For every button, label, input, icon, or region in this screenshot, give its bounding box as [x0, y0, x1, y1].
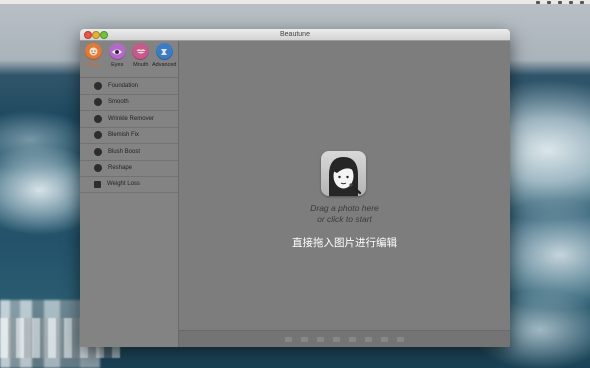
tool-wrinkle-remover-label: Wrinkle Remover — [108, 115, 154, 122]
status-icon[interactable] — [580, 0, 584, 4]
tool-list: Foundation Smooth Wrinkle Remover Blemis… — [80, 77, 178, 193]
tool-blemish-fix[interactable]: Blemish Fix — [80, 126, 178, 144]
smooth-icon — [94, 98, 102, 107]
toolbar-icon[interactable] — [317, 337, 324, 342]
status-icon[interactable] — [547, 0, 551, 4]
toolbar-icon[interactable] — [365, 337, 372, 342]
advanced-icon — [155, 43, 173, 60]
photo-drop-area[interactable]: Drag a photo here or click to start 直接拖入… — [179, 41, 510, 330]
blush-boost-icon — [94, 147, 102, 156]
tool-wrinkle-remover[interactable]: Wrinkle Remover — [80, 110, 178, 127]
tool-reshape[interactable]: Reshape — [80, 159, 178, 177]
wrinkle-remover-icon — [94, 114, 102, 123]
tab-mouth[interactable]: Mouth — [129, 43, 152, 75]
sidebar: Face Eyes Mouth Advanced Foundation Smoo… — [80, 41, 179, 347]
toolbar-icon[interactable] — [301, 337, 308, 342]
foundation-icon — [94, 81, 102, 90]
tool-blemish-fix-label: Blemish Fix — [108, 132, 140, 139]
tool-weight-loss[interactable]: Weight Loss — [80, 176, 178, 193]
status-icon[interactable] — [558, 0, 562, 4]
menu-bar — [0, 0, 590, 5]
toolbar-icon[interactable] — [381, 337, 388, 342]
status-icon[interactable] — [536, 0, 540, 4]
toolbar-icon[interactable] — [397, 337, 404, 342]
menu-bar-status-icons — [536, 0, 584, 4]
toolbar-icon[interactable] — [333, 337, 340, 342]
tool-weight-loss-label: Weight Loss — [107, 181, 140, 188]
weight-loss-icon — [94, 180, 101, 188]
face-icon — [85, 43, 103, 60]
tool-smooth[interactable]: Smooth — [80, 93, 178, 111]
eye-icon — [108, 43, 126, 60]
tab-eyes-label: Eyes — [111, 62, 124, 68]
tab-advanced-label: Advanced — [152, 62, 177, 68]
reshape-icon — [94, 164, 102, 173]
toolbar-icon[interactable] — [285, 337, 292, 342]
toolbar-icon[interactable] — [349, 337, 356, 342]
tool-blush-boost-label: Blush Boost — [108, 148, 141, 155]
blemish-fix-icon — [94, 131, 102, 140]
tool-foundation-label: Foundation — [108, 82, 139, 89]
tool-blush-boost[interactable]: Blush Boost — [80, 143, 178, 160]
drop-hint-line2: or click to start — [317, 214, 372, 224]
tool-foundation[interactable]: Foundation — [80, 77, 178, 94]
tab-mouth-label: Mouth — [133, 62, 149, 68]
drop-hint-line1: Drag a photo here — [310, 203, 379, 213]
tool-reshape-label: Reshape — [108, 165, 133, 172]
tab-face-label: Face — [87, 62, 100, 68]
tab-advanced[interactable]: Advanced — [152, 43, 177, 75]
bottom-toolbar — [179, 330, 510, 347]
title-bar[interactable]: Beautune — [80, 29, 510, 41]
tool-smooth-label: Smooth — [108, 99, 129, 106]
window-title: Beautune — [280, 31, 310, 38]
status-icon[interactable] — [569, 0, 573, 4]
app-window: Beautune Face Eyes Mouth Advanced Founda… — [80, 29, 510, 347]
lips-icon — [132, 43, 150, 60]
tab-eyes[interactable]: Eyes — [106, 43, 129, 75]
tab-face[interactable]: Face — [82, 43, 105, 75]
chinese-hint-caption: 直接拖入图片进行编辑 — [292, 237, 397, 249]
portrait-drop-icon — [321, 151, 366, 196]
category-tabs: Face Eyes Mouth Advanced — [82, 43, 176, 75]
